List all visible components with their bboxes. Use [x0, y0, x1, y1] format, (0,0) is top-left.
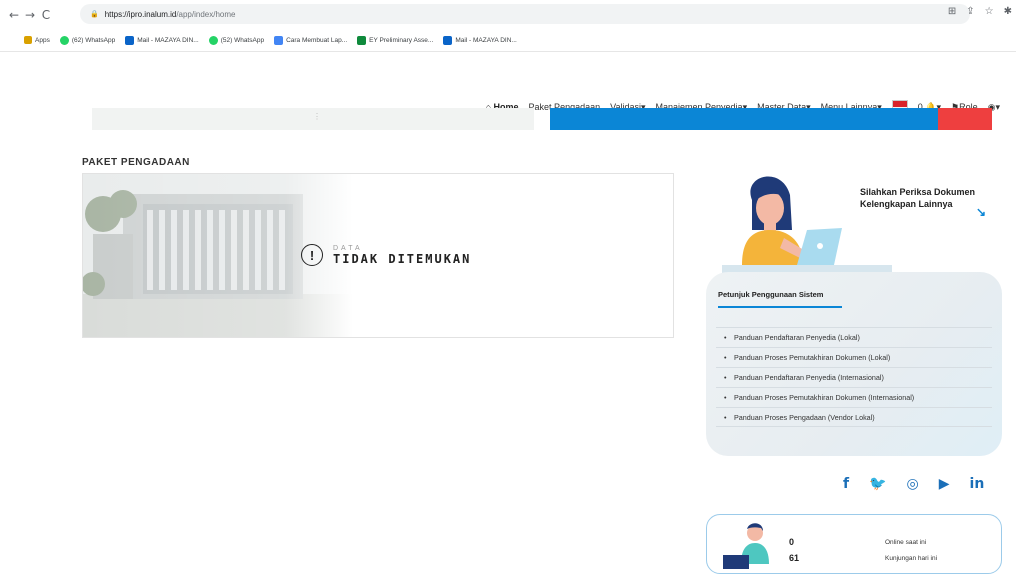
linkedin-icon[interactable]: in	[970, 476, 985, 492]
forward-icon[interactable]: →	[22, 8, 38, 22]
translate-icon[interactable]: ⊞	[948, 6, 956, 17]
share-icon[interactable]: ⇪	[966, 6, 974, 17]
url-path: /app/index/home	[176, 9, 236, 19]
online-label: Online saat ini	[885, 539, 927, 546]
hint-line: Silahkan Periksa Dokumen	[860, 187, 976, 197]
curved-arrow-icon: ↘	[976, 205, 987, 219]
guide-link[interactable]: Panduan Pendaftaran Penyedia (Internasio…	[716, 367, 992, 387]
reload-icon[interactable]: C	[38, 8, 54, 22]
visits-label: Kunjungan hari ini	[885, 555, 938, 562]
guide-title-underline	[718, 306, 842, 308]
browser-actions: ⊞ ⇪ ☆ ✱	[948, 6, 1012, 17]
whatsapp-icon	[208, 35, 218, 45]
visits-count: 61	[789, 553, 800, 563]
banner-right-red	[938, 108, 992, 130]
bookmark-mail-2[interactable]: Mail - MAZAYA DIN...	[443, 35, 517, 45]
bookmark-label: Mail - MAZAYA DIN...	[137, 36, 199, 44]
back-icon[interactable]: ←	[6, 8, 22, 22]
banner-right-blue	[550, 108, 938, 130]
address-bar[interactable]: 🔒 https://ipro.inalum.id/app/index/home	[80, 4, 970, 24]
bookmark-label: (62) WhatsApp	[71, 36, 116, 44]
online-count: 0	[789, 537, 795, 547]
youtube-icon[interactable]: ▶	[939, 476, 950, 492]
empty-state-message: TIDAK DITEMUKAN	[333, 251, 472, 266]
facebook-icon[interactable]: f	[843, 476, 849, 492]
bookmark-docs[interactable]: Cara Membuat Lap...	[274, 35, 348, 45]
bookmark-label: (52) WhatsApp	[220, 36, 265, 44]
bookmarks-bar: Apps (62) WhatsApp Mail - MAZAYA DIN... …	[24, 33, 517, 47]
star-icon[interactable]: ☆	[985, 6, 994, 17]
bookmark-whatsapp-1[interactable]: (62) WhatsApp	[59, 35, 116, 45]
guide-title: Petunjuk Penggunaan Sistem	[718, 290, 824, 299]
empty-state-label: DATA	[333, 244, 363, 252]
section-title: PAKET PENGADAAN	[82, 157, 190, 168]
man-laptop-illustration	[723, 523, 769, 569]
outlook-icon	[443, 35, 453, 45]
guide-link[interactable]: Panduan Pendaftaran Penyedia (Lokal)	[716, 327, 992, 347]
empty-state: ! DATA TIDAK DITEMUKAN	[301, 244, 471, 266]
bookmark-mail-1[interactable]: Mail - MAZAYA DIN...	[125, 35, 199, 45]
banner-divider: ⋮	[313, 112, 321, 121]
apps-grid-icon	[24, 36, 32, 44]
paket-pengadaan-panel: ! DATA TIDAK DITEMUKAN	[82, 173, 674, 338]
url-host: https://ipro.inalum.id	[104, 9, 177, 19]
bookmark-label: Cara Membuat Lap...	[286, 36, 348, 44]
guide-link[interactable]: Panduan Proses Pemutakhiran Dokumen (Int…	[716, 387, 992, 407]
guide-card: Petunjuk Penggunaan Sistem Panduan Penda…	[706, 272, 1002, 456]
exclamation-circle-icon: !	[301, 244, 323, 266]
caret-down-icon: ▾	[995, 101, 1000, 112]
twitter-icon[interactable]: 🐦	[869, 476, 886, 492]
guide-link[interactable]: Panduan Proses Pengadaan (Vendor Lokal)	[716, 407, 992, 427]
document-hint: Silahkan Periksa Dokumen Kelengkapan Lai…	[860, 186, 975, 210]
bookmark-whatsapp-2[interactable]: (52) WhatsApp	[208, 35, 265, 45]
bookmark-apps[interactable]: Apps	[24, 36, 50, 44]
bookmark-label: Apps	[35, 36, 50, 44]
lock-icon: 🔒	[90, 11, 99, 18]
extensions-icon[interactable]: ✱	[1004, 6, 1012, 17]
visitor-stats-card: 0 Online saat ini 61 Kunjungan hari ini	[706, 514, 1002, 574]
address-row: ← → C 🔒 https://ipro.inalum.id/app/index…	[0, 4, 1016, 26]
guide-link[interactable]: Panduan Proses Pemutakhiran Dokumen (Lok…	[716, 347, 992, 367]
excel-icon	[357, 35, 367, 45]
bookmark-label: EY Preliminary Asse...	[369, 36, 434, 44]
bookmark-label: Mail - MAZAYA DIN...	[455, 36, 517, 44]
guide-list: Panduan Pendaftaran Penyedia (Lokal) Pan…	[716, 327, 992, 427]
instagram-icon[interactable]: ◎	[907, 476, 919, 492]
google-docs-icon	[274, 35, 284, 45]
outlook-icon	[125, 35, 135, 45]
whatsapp-icon	[59, 35, 69, 45]
bookmark-ey[interactable]: EY Preliminary Asse...	[357, 35, 434, 45]
hint-line: Kelengkapan Lainnya	[860, 199, 953, 209]
social-links: f 🐦 ◎ ▶ in	[843, 476, 984, 492]
browser-chrome: ← → C 🔒 https://ipro.inalum.id/app/index…	[0, 0, 1016, 52]
